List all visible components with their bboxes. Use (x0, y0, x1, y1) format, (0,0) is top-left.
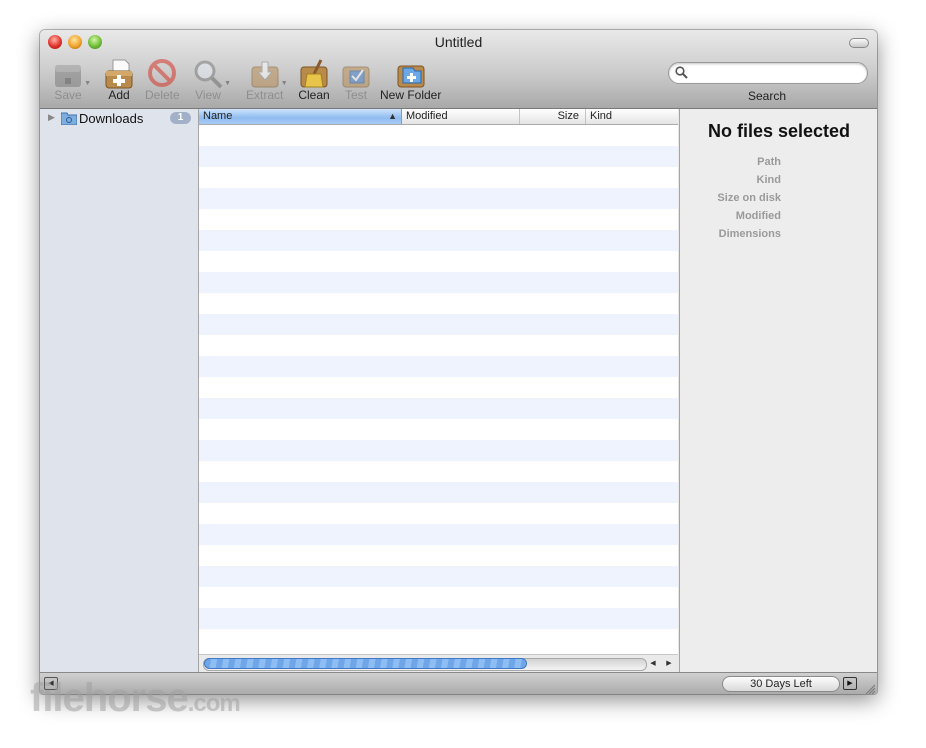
extract-label: Extract (246, 88, 284, 102)
info-panel: No files selected Path Kind Size on disk… (679, 109, 877, 672)
window-title: Untitled (434, 34, 483, 50)
view-button[interactable]: ▼ View (192, 58, 231, 102)
column-header-size[interactable]: Size (520, 109, 586, 124)
info-field-kind: Kind (756, 174, 781, 186)
search-icon (675, 66, 688, 79)
file-list[interactable]: Name ▲ Modified Size Kind ◀ ▶ (199, 109, 678, 672)
search-label: Search (747, 89, 787, 103)
file-list-rows[interactable] (199, 125, 678, 649)
info-field-modified: Modified (735, 210, 781, 222)
search-field[interactable] (668, 62, 868, 84)
broom-icon (298, 58, 330, 90)
add-button[interactable]: Add (103, 58, 135, 102)
extract-icon: ▼ (249, 58, 288, 90)
extract-button[interactable]: ▼ Extract (246, 58, 288, 102)
watermark-suffix: .com (187, 690, 241, 717)
test-label: Test (344, 88, 367, 102)
new-folder-label: New Folder (380, 88, 442, 102)
delete-icon (146, 58, 178, 90)
info-field-dimensions: Dimensions (718, 228, 781, 240)
trial-days-button[interactable]: 30 Days Left (722, 676, 840, 692)
column-header-name[interactable]: Name ▲ (199, 109, 402, 124)
test-button[interactable]: Test (340, 58, 372, 102)
save-label: Save (54, 88, 82, 102)
info-title: No files selected (707, 121, 851, 141)
save-button[interactable]: ▼ Save (52, 58, 91, 102)
disclosure-triangle-icon[interactable]: ▶ (48, 112, 55, 123)
new-folder-button[interactable]: New Folder (380, 58, 441, 102)
magnifier-icon: ▼ (192, 58, 231, 90)
toggle-info-panel-icon[interactable]: ▶ (843, 677, 857, 690)
add-archive-icon (103, 58, 135, 90)
count-badge: 1 (170, 112, 191, 124)
sidebar: ▶ Downloads 1 + − (40, 109, 199, 672)
column-header-modified[interactable]: Modified (402, 109, 520, 124)
info-field-path: Path (757, 156, 781, 168)
clean-button[interactable]: Clean (298, 58, 330, 102)
column-header-kind[interactable]: Kind (586, 109, 678, 124)
delete-label: Delete (145, 88, 180, 102)
app-window: Untitled ▼ Save Add Delete ▼ View ▼ Extr… (40, 30, 877, 694)
clean-label: Clean (298, 88, 330, 102)
horizontal-scrollbar[interactable]: ◀ ▶ (199, 654, 678, 672)
new-folder-icon (395, 58, 427, 90)
add-label: Add (108, 88, 130, 102)
test-checkbox-icon (340, 58, 372, 90)
toolbar: Untitled ▼ Save Add Delete ▼ View ▼ Extr… (40, 30, 877, 109)
resize-grip-icon[interactable] (865, 684, 875, 694)
scroll-thumb[interactable] (204, 658, 527, 669)
save-icon: ▼ (52, 58, 91, 90)
scroll-left-arrow-icon[interactable]: ◀ (647, 658, 659, 669)
column-header-label: Name (203, 110, 233, 122)
delete-button[interactable]: Delete (145, 58, 180, 102)
watermark-logo: filehorse.com (30, 676, 241, 721)
toolbar-toggle-button[interactable] (849, 38, 869, 48)
sort-ascending-icon: ▲ (388, 111, 397, 121)
folder-icon (61, 112, 77, 125)
sidebar-item-downloads[interactable]: ▶ Downloads 1 (40, 110, 198, 128)
watermark-text: filehorse (30, 676, 189, 720)
scroll-right-arrow-icon[interactable]: ▶ (663, 658, 675, 669)
sidebar-item-label: Downloads (79, 111, 144, 126)
info-field-size-on-disk: Size on disk (717, 192, 781, 204)
view-label: View (195, 88, 221, 102)
file-list-header: Name ▲ Modified Size Kind (199, 109, 678, 125)
search-input[interactable] (691, 65, 863, 82)
